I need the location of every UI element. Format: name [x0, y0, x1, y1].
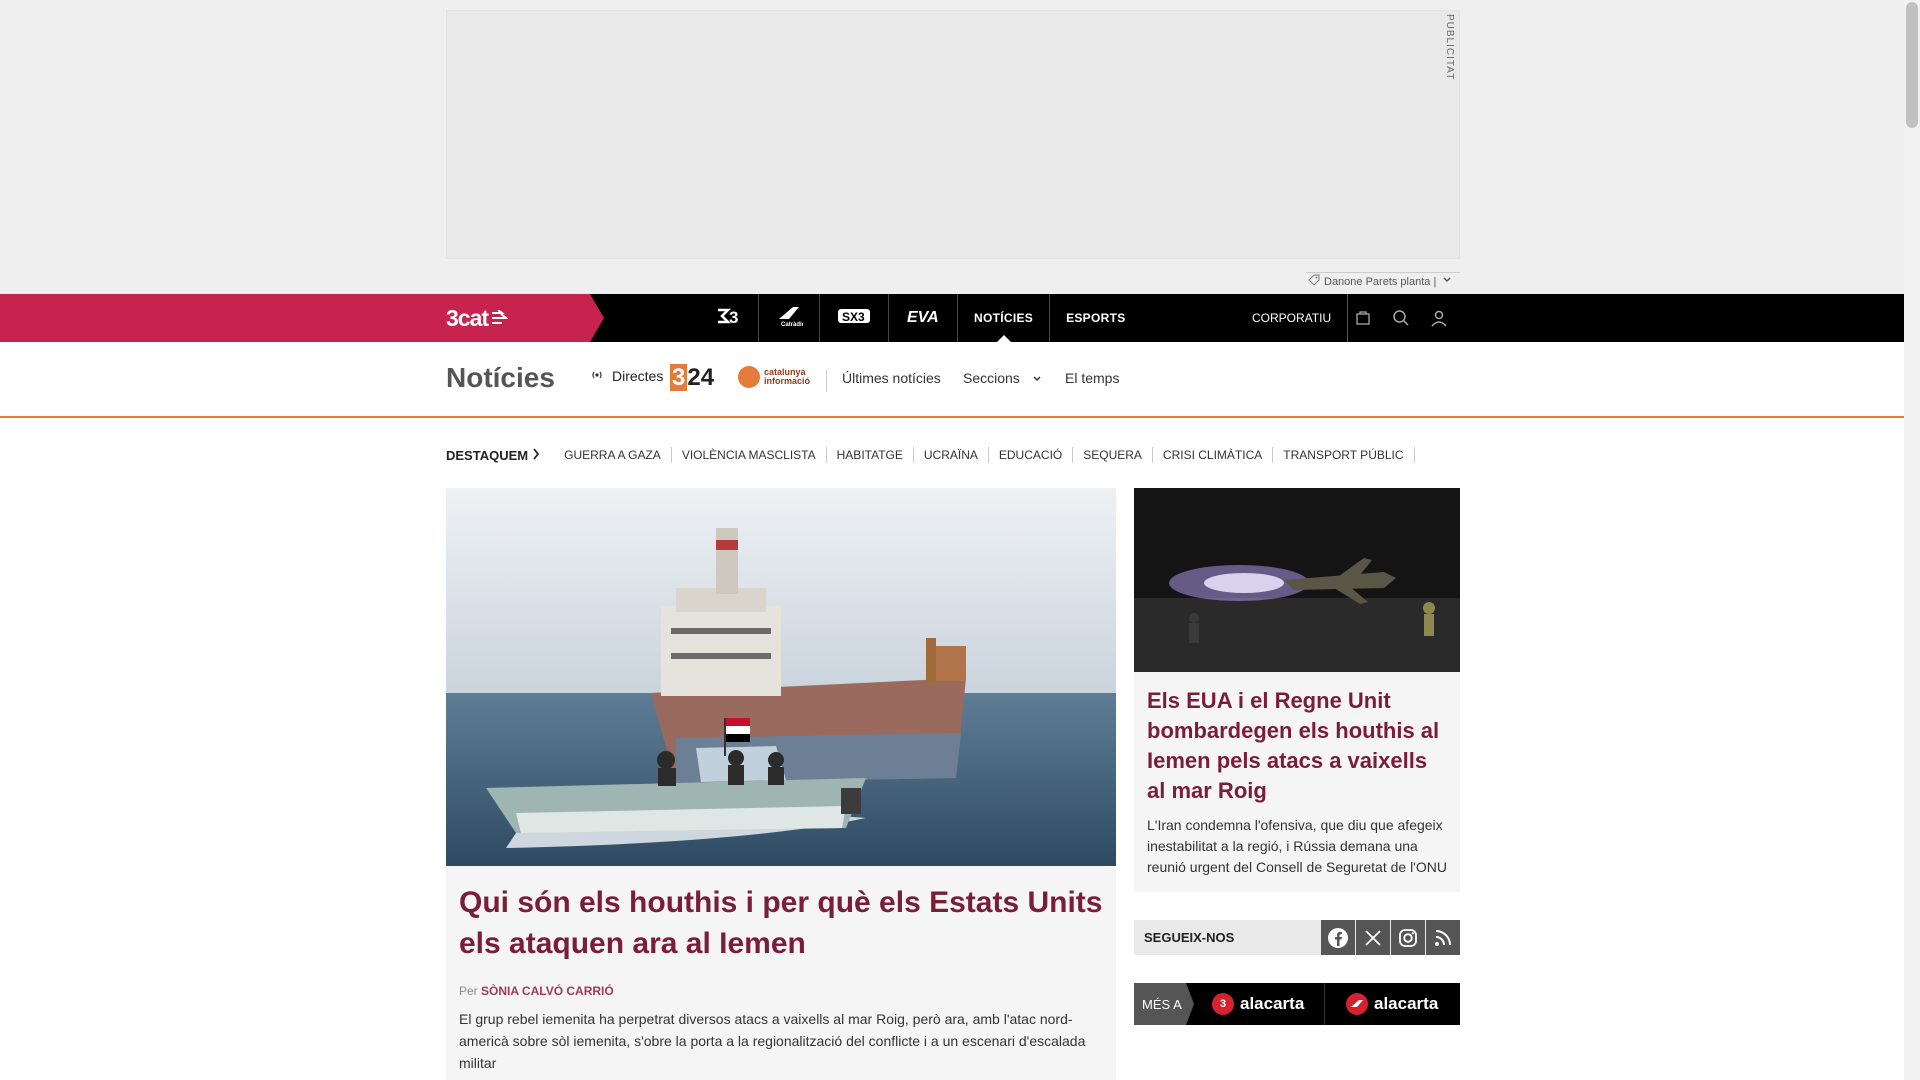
main-article-title[interactable]: Qui són els houthis i per què els Estats… [459, 882, 1109, 964]
mes-a-bar: MÉS A 3 alacarta alacarta [1134, 983, 1460, 1025]
main-article-image[interactable] [446, 488, 1116, 866]
mes-a-label: MÉS A [1134, 983, 1194, 1025]
corporatiu-link[interactable]: CORPORATIU [1252, 294, 1349, 342]
channel-eva[interactable]: EVA [889, 294, 958, 342]
ad-banner[interactable] [446, 10, 1460, 259]
tag-transport-public[interactable]: TRANSPORT PÚBLIC [1273, 447, 1415, 463]
sx3-logo-icon: SX3 [836, 306, 872, 331]
tag-guerra-a-gaza[interactable]: GUERRA A GAZA [554, 447, 672, 463]
chevron-down-icon[interactable] [1442, 275, 1452, 288]
tag-habitatge[interactable]: HABITATGE [827, 447, 914, 463]
catradio-badge-icon [1346, 993, 1368, 1015]
author-name[interactable]: Sònia Calvó Carrió [481, 984, 614, 998]
divider [1324, 983, 1325, 1025]
user-icon[interactable] [1428, 307, 1450, 329]
channel-esports[interactable]: ESPORTS [1050, 294, 1141, 342]
main-article-card[interactable]: Qui són els houthis i per què els Estats… [446, 488, 1116, 1080]
seccions-dropdown[interactable]: Seccions [963, 370, 1042, 386]
x-twitter-icon[interactable] [1356, 920, 1390, 955]
search-icon[interactable] [1390, 307, 1412, 329]
324-logo[interactable]: 324 [670, 364, 714, 392]
el-temps-link[interactable]: El temps [1065, 370, 1119, 386]
svg-text:SX3: SX3 [842, 310, 865, 324]
tv3-badge-icon: 3 [1212, 993, 1234, 1015]
main-article-byline: Per Sònia Calvó Carrió [459, 984, 614, 998]
destaquem-label[interactable]: DESTAQUEM [446, 448, 540, 463]
brand-text: 3cat [446, 304, 489, 331]
chevron-right-icon [532, 447, 540, 463]
brand-band [0, 294, 604, 342]
channel-sx3[interactable]: SX3 [820, 294, 889, 342]
main-article-lead: El grup rebel iemenita ha perpetrat dive… [459, 1011, 1086, 1071]
channel-noticies[interactable]: NOTÍCIES [958, 294, 1051, 342]
svg-text:3: 3 [729, 308, 738, 326]
3cat-alacarta-link[interactable]: 3 alacarta [1212, 983, 1304, 1025]
tag-ucraina[interactable]: UCRAÏNA [914, 447, 989, 463]
ad-publicitat-label: PUBLICITAT [1444, 14, 1455, 81]
destaquem-bar: DESTAQUEM GUERRA A GAZA VIOLÈNCIA MASCLI… [446, 446, 1415, 464]
directes-label: Directes [612, 368, 664, 384]
nav-icon-group [1352, 294, 1450, 342]
directes-link[interactable]: Directes [590, 368, 663, 384]
facebook-icon[interactable] [1321, 920, 1355, 955]
tag-sequera[interactable]: SEQUERA [1073, 447, 1153, 463]
side-article-title[interactable]: Els EUA i el Regne Unit bombardegen els … [1147, 686, 1447, 806]
tag-violencia-masclista[interactable]: VIOLÈNCIA MASCLISTA [672, 447, 827, 463]
shop-bag-icon[interactable] [1352, 307, 1374, 329]
channel-catradio[interactable]: Catràdio [759, 294, 820, 342]
3cat-logo[interactable]: 3cat [446, 304, 509, 331]
divider [826, 370, 827, 392]
ad-info-text: Danone Parets planta | [1324, 275, 1437, 288]
rss-icon[interactable] [1426, 920, 1460, 955]
catalunya-informacio-logo[interactable]: catalunya informació [738, 366, 810, 388]
tv3-logo-icon: 3 [716, 306, 742, 331]
follow-us-label: SEGUEIX-NOS [1144, 930, 1235, 945]
section-title[interactable]: Notícies [446, 362, 555, 394]
svg-text:Catràdio: Catràdio [781, 322, 803, 327]
catradio-logo-icon: Catràdio [775, 305, 806, 332]
tag-crisi-climatica[interactable]: CRISI CLIMÀTICA [1153, 447, 1274, 463]
scrollbar-thumb[interactable] [1906, 2, 1918, 128]
tag-educacio[interactable]: EDUCACIÓ [989, 447, 1074, 463]
ad-tag-icon [1308, 274, 1320, 289]
ad-info-bar[interactable]: Danone Parets planta | [1306, 272, 1460, 290]
chevron-down-icon [1032, 375, 1042, 386]
eva-logo-icon: EVA [905, 306, 941, 331]
top-navigation: 3cat 3 Catràdio SX3 EVA NOTÍCIES ESPORTS… [0, 294, 1904, 342]
instagram-icon[interactable] [1391, 920, 1425, 955]
ultimes-noticies-link[interactable]: Últimes notícies [842, 370, 941, 386]
side-article-card[interactable]: Els EUA i el Regne Unit bombardegen els … [1134, 488, 1460, 892]
section-header: Notícies Directes 324 catalunya informac… [0, 342, 1904, 418]
svg-text:EVA: EVA [907, 309, 939, 326]
side-article-lead: L'Iran condemna l'ofensiva, que diu que … [1147, 817, 1447, 875]
channel-links: 3 Catràdio SX3 EVA NOTÍCIES ESPORTS [700, 294, 1142, 342]
catinfo-circle-icon [738, 366, 760, 388]
live-broadcast-icon [590, 368, 604, 384]
side-article-image[interactable] [1134, 488, 1460, 672]
channel-tv3[interactable]: 3 [700, 294, 759, 342]
follow-us-bar: SEGUEIX-NOS [1134, 920, 1460, 955]
catradio-alacarta-link[interactable]: alacarta [1346, 983, 1438, 1025]
brand-arrow-icon [492, 310, 509, 324]
scrollbar-track[interactable] [1904, 0, 1920, 1080]
